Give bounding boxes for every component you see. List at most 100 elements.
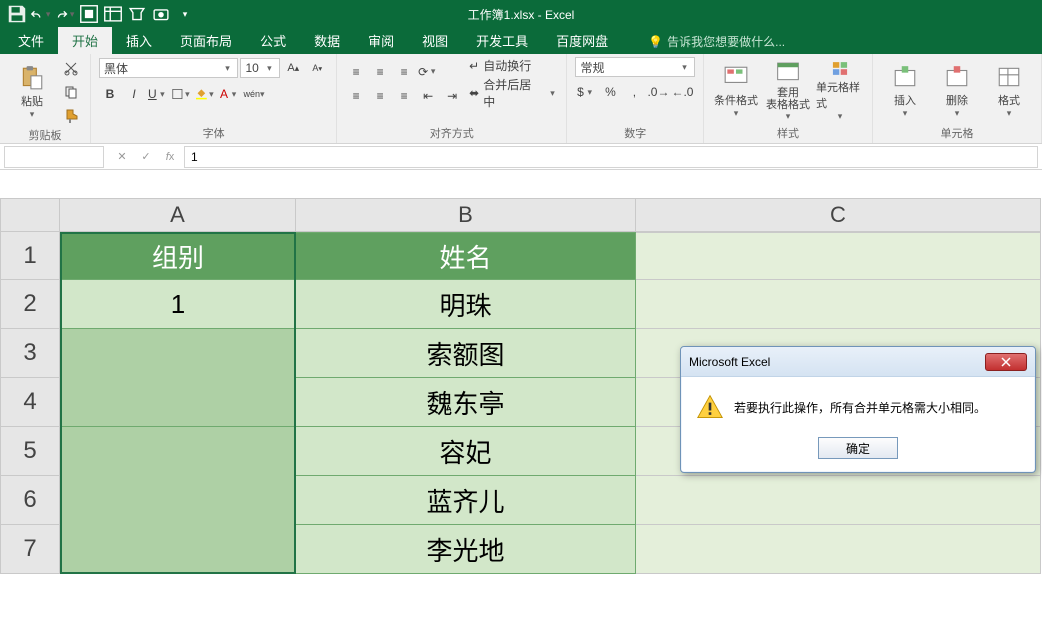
underline-button[interactable]: U▾ bbox=[147, 83, 169, 105]
row-header-4[interactable]: 4 bbox=[0, 378, 60, 427]
number-format-value: 常规 bbox=[580, 59, 604, 76]
align-middle-button[interactable]: ≡ bbox=[369, 61, 391, 83]
align-bottom-button[interactable]: ≡ bbox=[393, 61, 415, 83]
row-header-5[interactable]: 5 bbox=[0, 427, 60, 476]
cell-A1[interactable]: 组别 bbox=[60, 232, 296, 280]
cell-A6[interactable] bbox=[60, 476, 296, 525]
font-color-button[interactable]: A▾ bbox=[219, 83, 241, 105]
qat-customize[interactable]: ▾ bbox=[174, 3, 196, 25]
tab-formulas[interactable]: 公式 bbox=[246, 27, 300, 54]
row-header-1[interactable]: 1 bbox=[0, 232, 60, 280]
cell-C7[interactable] bbox=[636, 525, 1041, 574]
decrease-font-button[interactable]: A▾ bbox=[306, 57, 328, 79]
paste-label: 粘贴 bbox=[21, 93, 43, 109]
row-header-7[interactable]: 7 bbox=[0, 525, 60, 574]
font-name-select[interactable]: 黑体▾ bbox=[99, 58, 238, 78]
cell-A7[interactable] bbox=[60, 525, 296, 574]
format-label: 格式 bbox=[998, 92, 1020, 108]
row-header-2[interactable]: 2 bbox=[0, 280, 60, 329]
close-icon bbox=[1001, 357, 1011, 367]
border-button[interactable]: ▾ bbox=[171, 83, 193, 105]
window-title: 工作簿1.xlsx - Excel bbox=[468, 6, 575, 23]
cell-A4[interactable] bbox=[60, 378, 296, 427]
tab-dev[interactable]: 开发工具 bbox=[462, 27, 542, 54]
warning-icon bbox=[696, 393, 724, 421]
font-size-select[interactable]: 10▾ bbox=[240, 58, 280, 78]
tab-data[interactable]: 数据 bbox=[300, 27, 354, 54]
cell-B5[interactable]: 容妃 bbox=[296, 427, 636, 476]
row-header-3[interactable]: 3 bbox=[0, 329, 60, 378]
qat-btn-4[interactable] bbox=[150, 3, 172, 25]
cell-B1[interactable]: 姓名 bbox=[296, 232, 636, 280]
paste-button[interactable]: 粘贴 ▾ bbox=[8, 61, 56, 123]
cell-A3[interactable] bbox=[60, 329, 296, 378]
increase-decimal-button[interactable]: .0→ bbox=[647, 81, 669, 103]
format-cells-button[interactable]: 格式▾ bbox=[985, 60, 1033, 122]
format-painter-button[interactable] bbox=[60, 105, 82, 127]
cell-B3[interactable]: 索额图 bbox=[296, 329, 636, 378]
fill-color-button[interactable]: ▾ bbox=[195, 83, 217, 105]
insert-cells-button[interactable]: 插入▾ bbox=[881, 60, 929, 122]
copy-button[interactable] bbox=[60, 81, 82, 103]
merge-center-button[interactable]: ⬌合并后居中▾ bbox=[469, 76, 558, 110]
percent-button[interactable]: % bbox=[599, 81, 621, 103]
redo-button[interactable]: ▾ bbox=[54, 3, 76, 25]
cell-B6[interactable]: 蓝齐儿 bbox=[296, 476, 636, 525]
align-left-button[interactable]: ≡ bbox=[345, 85, 367, 107]
cell-A2[interactable]: 1 bbox=[60, 280, 296, 329]
qat-btn-3[interactable] bbox=[126, 3, 148, 25]
align-center-button[interactable]: ≡ bbox=[369, 85, 391, 107]
tab-layout[interactable]: 页面布局 bbox=[166, 27, 246, 54]
col-header-C[interactable]: C bbox=[636, 198, 1041, 232]
orientation-button[interactable]: ⟳▾ bbox=[417, 61, 439, 83]
bold-button[interactable]: B bbox=[99, 83, 121, 105]
number-format-select[interactable]: 常规▾ bbox=[575, 57, 695, 77]
tab-home[interactable]: 开始 bbox=[58, 27, 112, 54]
cell-B4[interactable]: 魏东亭 bbox=[296, 378, 636, 427]
cell-C6[interactable] bbox=[636, 476, 1041, 525]
fx-enter-button[interactable]: ✓ bbox=[136, 147, 156, 167]
cell-A5[interactable] bbox=[60, 427, 296, 476]
dialog-ok-button[interactable]: 确定 bbox=[818, 437, 898, 459]
delete-cells-button[interactable]: 删除▾ bbox=[933, 60, 981, 122]
format-table-button[interactable]: 套用 表格格式▾ bbox=[764, 60, 812, 122]
align-top-button[interactable]: ≡ bbox=[345, 61, 367, 83]
tab-file[interactable]: 文件 bbox=[4, 27, 58, 54]
undo-button[interactable]: ▾ bbox=[30, 3, 52, 25]
currency-button[interactable]: $▾ bbox=[575, 81, 597, 103]
tab-insert[interactable]: 插入 bbox=[112, 27, 166, 54]
tab-view[interactable]: 视图 bbox=[408, 27, 462, 54]
qat-btn-2[interactable] bbox=[102, 3, 124, 25]
name-box[interactable] bbox=[4, 146, 104, 168]
cell-B7[interactable]: 李光地 bbox=[296, 525, 636, 574]
fx-cancel-button[interactable]: ✕ bbox=[112, 147, 132, 167]
tell-me[interactable]: 💡 告诉我您想要做什么... bbox=[642, 29, 791, 54]
fx-insert-button[interactable]: fx bbox=[160, 147, 180, 167]
tab-baidu[interactable]: 百度网盘 bbox=[542, 27, 622, 54]
indent-increase-button[interactable]: ⇥ bbox=[441, 85, 463, 107]
increase-font-button[interactable]: A▴ bbox=[282, 57, 304, 79]
cell-styles-button[interactable]: 单元格样式▾ bbox=[816, 60, 864, 122]
tab-review[interactable]: 审阅 bbox=[354, 27, 408, 54]
save-button[interactable] bbox=[6, 3, 28, 25]
cut-button[interactable] bbox=[60, 57, 82, 79]
italic-button[interactable]: I bbox=[123, 83, 145, 105]
cell-B2[interactable]: 明珠 bbox=[296, 280, 636, 329]
qat-btn-1[interactable] bbox=[78, 3, 100, 25]
indent-decrease-button[interactable]: ⇤ bbox=[417, 85, 439, 107]
formula-input[interactable]: 1 bbox=[184, 146, 1038, 168]
row-header-6[interactable]: 6 bbox=[0, 476, 60, 525]
wrap-text-button[interactable]: ↵自动换行 bbox=[469, 57, 558, 74]
col-header-A[interactable]: A bbox=[60, 198, 296, 232]
conditional-format-button[interactable]: 条件格式▾ bbox=[712, 60, 760, 122]
phonetic-button[interactable]: wén▾ bbox=[243, 83, 265, 105]
dialog-titlebar[interactable]: Microsoft Excel bbox=[681, 347, 1035, 377]
cell-C2[interactable] bbox=[636, 280, 1041, 329]
col-header-B[interactable]: B bbox=[296, 198, 636, 232]
comma-button[interactable]: , bbox=[623, 81, 645, 103]
align-right-button[interactable]: ≡ bbox=[393, 85, 415, 107]
dialog-close-button[interactable] bbox=[985, 353, 1027, 371]
decrease-decimal-button[interactable]: ←.0 bbox=[671, 81, 693, 103]
select-all-corner[interactable] bbox=[0, 198, 60, 232]
cell-C1[interactable] bbox=[636, 232, 1041, 280]
